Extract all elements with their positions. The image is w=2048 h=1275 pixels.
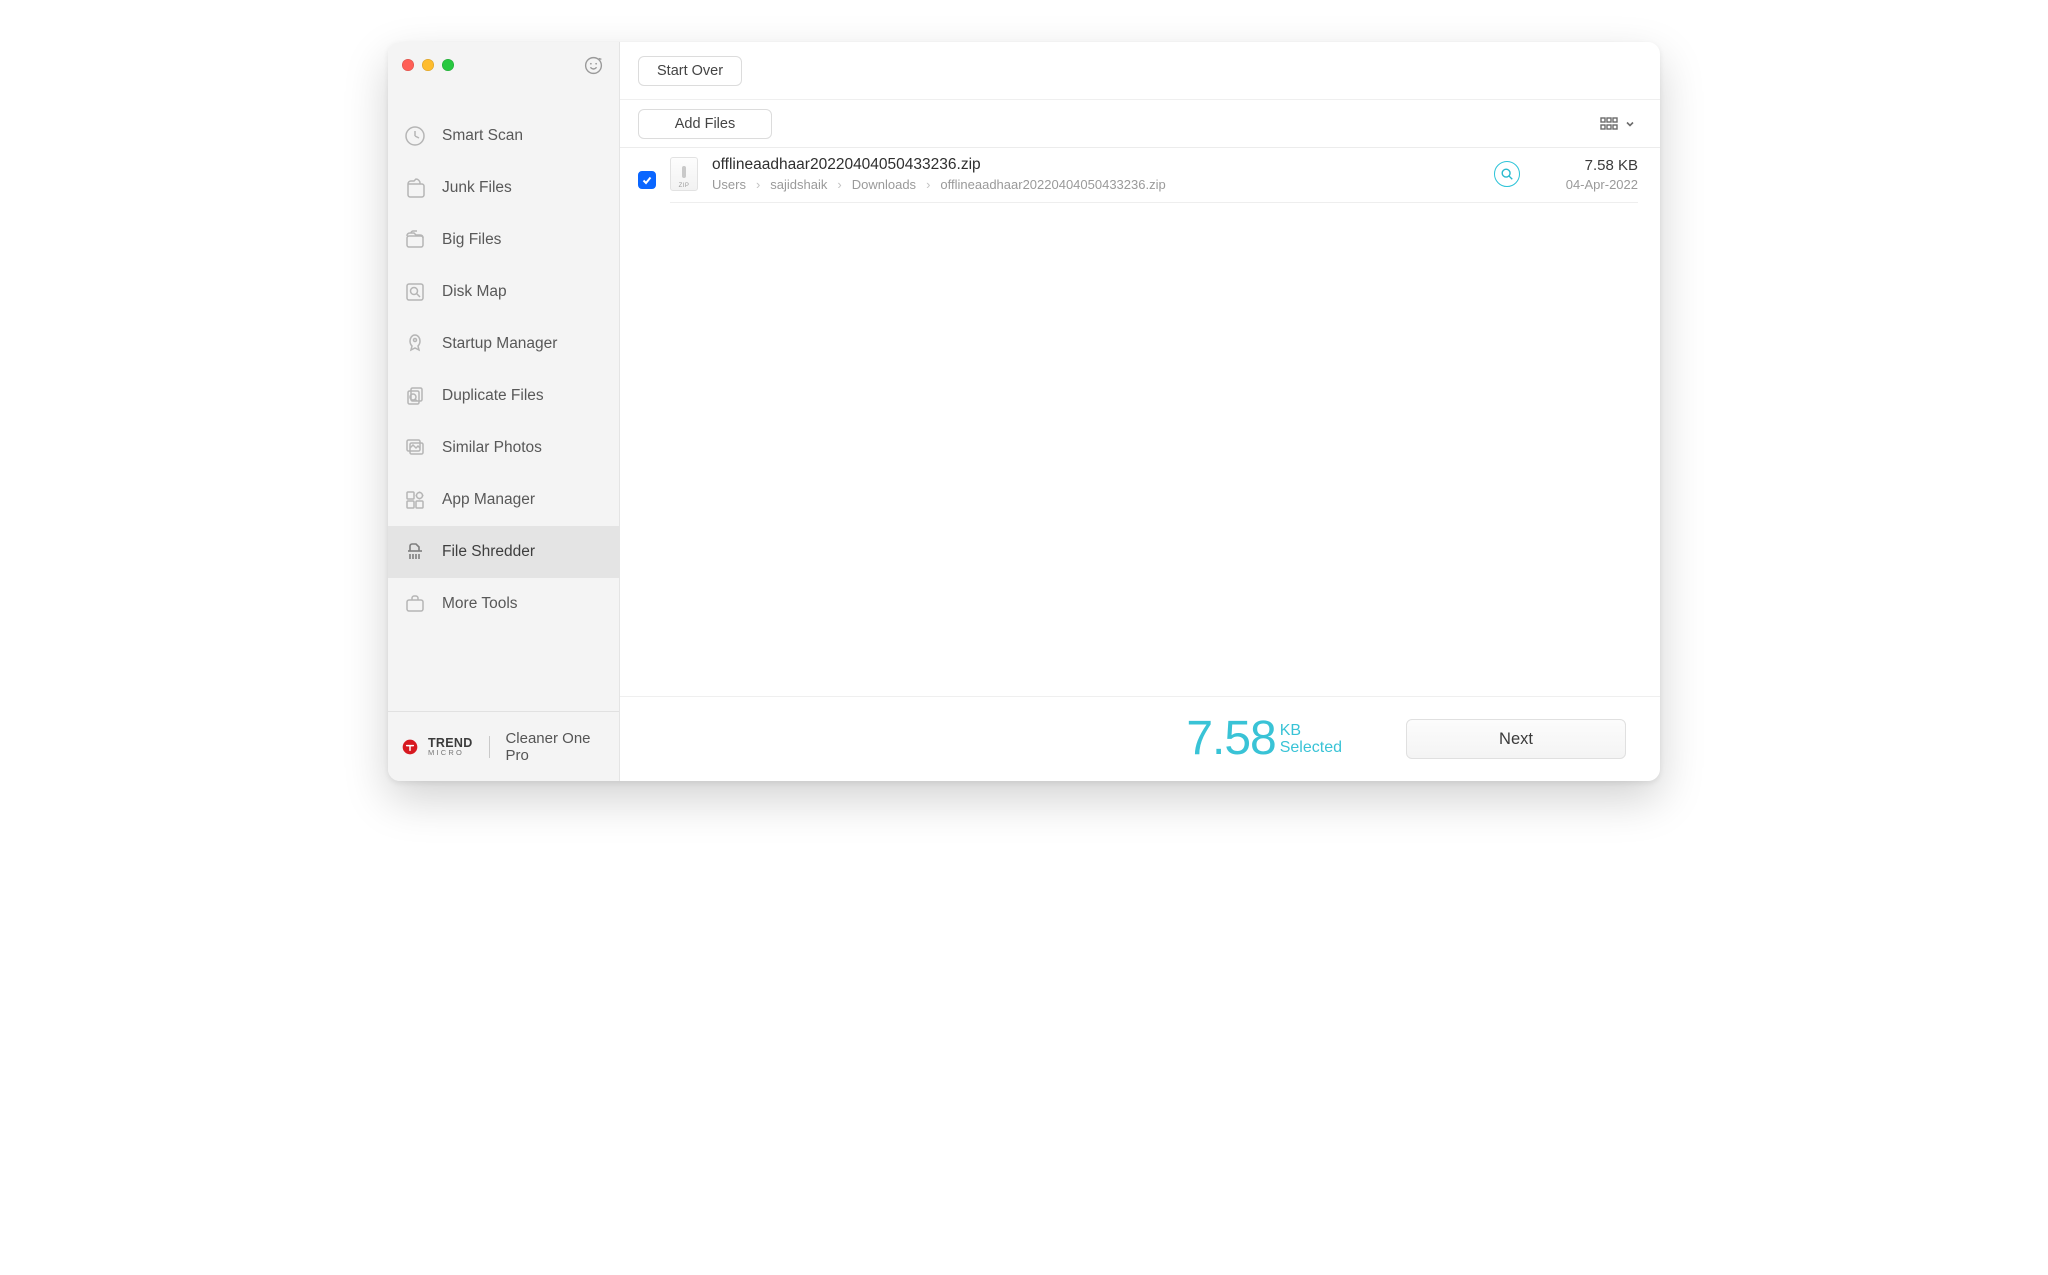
footer-bar: 7.58 KB Selected Next <box>620 696 1660 781</box>
view-mode-toggle[interactable] <box>1594 113 1642 135</box>
sidebar-item-label: More Tools <box>442 595 518 613</box>
zip-file-icon <box>670 157 698 191</box>
app-window: Smart Scan Junk Files Big Files Disk Map <box>388 42 1660 781</box>
file-name: offlineaadhaar20220404050433236.zip <box>712 156 1480 174</box>
sidebar-item-disk-map[interactable]: Disk Map <box>388 266 619 318</box>
sidebar-item-label: File Shredder <box>442 543 535 561</box>
file-checkbox[interactable] <box>638 171 656 189</box>
crumb: Downloads <box>852 177 916 192</box>
chevron-right-icon: › <box>926 177 930 192</box>
close-window-button[interactable] <box>402 59 414 71</box>
sidebar: Smart Scan Junk Files Big Files Disk Map <box>388 42 620 781</box>
next-button[interactable]: Next <box>1406 719 1626 759</box>
sidebar-footer: TREND MICRO Cleaner One Pro <box>388 711 619 781</box>
reveal-in-finder-button[interactable] <box>1494 161 1520 187</box>
chevron-right-icon: › <box>756 177 760 192</box>
grid-view-icon <box>1600 117 1618 131</box>
disk-map-icon <box>402 279 428 305</box>
zoom-window-button[interactable] <box>442 59 454 71</box>
sidebar-item-duplicate-files[interactable]: Duplicate Files <box>388 370 619 422</box>
sidebar-item-label: Smart Scan <box>442 127 523 145</box>
big-files-icon <box>402 227 428 253</box>
main-panel: Start Over Add Files <box>620 42 1660 781</box>
file-meta: 7.58 KB 04-Apr-2022 <box>1534 157 1638 192</box>
chevron-right-icon: › <box>837 177 841 192</box>
product-name: Cleaner One Pro <box>505 730 605 764</box>
top-toolbar: Start Over <box>620 42 1660 100</box>
sidebar-item-smart-scan[interactable]: Smart Scan <box>388 110 619 162</box>
file-size: 7.58 KB <box>1534 157 1638 174</box>
file-list: offlineaadhaar20220404050433236.zip User… <box>620 148 1660 696</box>
sidebar-item-label: Disk Map <box>442 283 507 301</box>
support-icon[interactable] <box>581 53 605 77</box>
brand-sub: MICRO <box>428 749 473 757</box>
minimize-window-button[interactable] <box>422 59 434 71</box>
duplicate-files-icon <box>402 383 428 409</box>
file-info: offlineaadhaar20220404050433236.zip User… <box>712 156 1480 192</box>
junk-files-icon <box>402 175 428 201</box>
file-date: 04-Apr-2022 <box>1534 177 1638 192</box>
similar-photos-icon <box>402 435 428 461</box>
sidebar-item-label: App Manager <box>442 491 535 509</box>
sidebar-item-label: Big Files <box>442 231 501 249</box>
list-toolbar: Add Files <box>620 100 1660 148</box>
sidebar-item-app-manager[interactable]: App Manager <box>388 474 619 526</box>
app-manager-icon <box>402 487 428 513</box>
sidebar-item-label: Junk Files <box>442 179 512 197</box>
chevron-down-icon <box>1624 118 1636 130</box>
startup-manager-icon <box>402 331 428 357</box>
crumb: sajidshaik <box>770 177 827 192</box>
sidebar-item-file-shredder[interactable]: File Shredder <box>388 526 619 578</box>
sidebar-item-junk-files[interactable]: Junk Files <box>388 162 619 214</box>
sidebar-item-more-tools[interactable]: More Tools <box>388 578 619 630</box>
sidebar-item-label: Duplicate Files <box>442 387 544 405</box>
file-shredder-icon <box>402 539 428 565</box>
smart-scan-icon <box>402 123 428 149</box>
file-path-breadcrumb: Users › sajidshaik › Downloads › offline… <box>712 177 1480 192</box>
sidebar-item-similar-photos[interactable]: Similar Photos <box>388 422 619 474</box>
crumb: Users <box>712 177 746 192</box>
sidebar-item-big-files[interactable]: Big Files <box>388 214 619 266</box>
selected-size-number: 7.58 <box>1186 715 1275 763</box>
divider <box>489 736 490 758</box>
file-row[interactable]: offlineaadhaar20220404050433236.zip User… <box>620 148 1660 203</box>
start-over-button[interactable]: Start Over <box>638 56 742 86</box>
selected-size-unit: KB <box>1280 723 1342 740</box>
sidebar-nav: Smart Scan Junk Files Big Files Disk Map <box>388 88 619 711</box>
add-files-button[interactable]: Add Files <box>638 109 772 139</box>
titlebar <box>388 42 619 88</box>
sidebar-item-label: Startup Manager <box>442 335 557 353</box>
sidebar-item-label: Similar Photos <box>442 439 542 457</box>
selected-size-label: Selected <box>1280 740 1342 757</box>
brand-logo-icon <box>402 739 418 755</box>
selected-size: 7.58 KB Selected <box>1186 715 1342 763</box>
sidebar-item-startup-manager[interactable]: Startup Manager <box>388 318 619 370</box>
crumb: offlineaadhaar20220404050433236.zip <box>940 177 1165 192</box>
brand-text: TREND MICRO <box>428 737 473 756</box>
window-controls <box>402 59 454 71</box>
more-tools-icon <box>402 591 428 617</box>
